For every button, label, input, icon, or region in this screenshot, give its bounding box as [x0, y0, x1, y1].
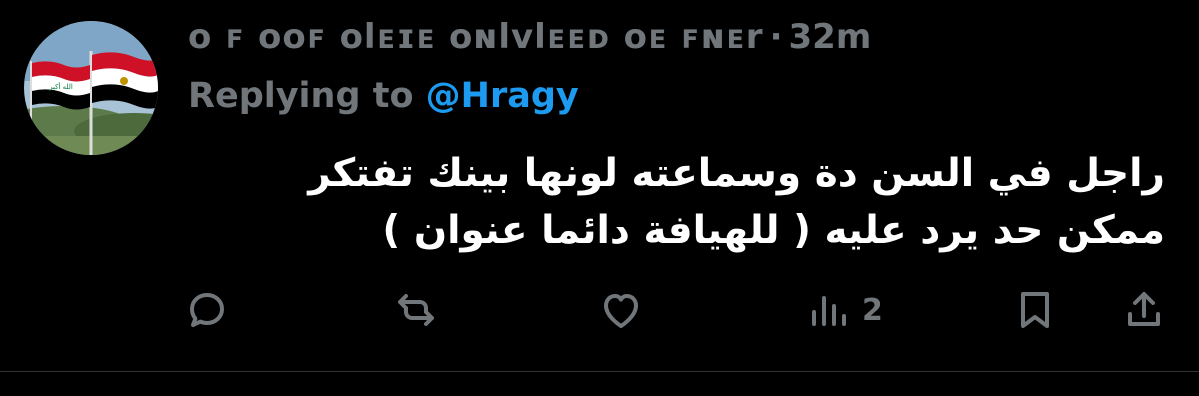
header-separator: ·: [769, 17, 783, 57]
retweet-icon: [398, 294, 434, 326]
reply-icon: [190, 293, 224, 327]
tweet-header: ᴏ ꜰ ᴏᴏꜰ ᴏlᴇɪᴇ ᴏɴlᴠlᴇᴇᴅ ᴏᴇ ꜰɴᴇr · 32m: [188, 12, 871, 62]
share-icon: [1128, 292, 1160, 326]
tweet-timestamp[interactable]: 32m: [789, 17, 872, 57]
tweet-text: راجل في السن دة وسماعته لونها بينك تفتكر…: [265, 145, 1165, 259]
tweet-line: ممكن حد يرد عليه ( للهيافة دائما عنوان ): [382, 208, 1165, 253]
tweet-line: راجل في السن دة وسماعته لونها بينك تفتكر: [308, 151, 1165, 196]
action-bar: 2: [0, 280, 1199, 340]
avatar[interactable]: الله أكبر: [24, 21, 158, 155]
svg-text:الله أكبر: الله أكبر: [48, 82, 73, 91]
replying-prefix: Replying to: [188, 76, 414, 116]
views-button[interactable]: 2: [804, 280, 883, 340]
replying-to: Replying to @Hragy: [188, 76, 579, 116]
author-display-name[interactable]: ᴏ ꜰ ᴏᴏꜰ ᴏlᴇɪᴇ ᴏɴlᴠlᴇᴇᴅ ᴏᴇ ꜰɴᴇr: [188, 17, 764, 57]
share-button[interactable]: [1120, 280, 1168, 340]
iraq-egypt-flags-avatar: الله أكبر: [24, 21, 158, 155]
like-button[interactable]: [597, 280, 645, 340]
retweet-button[interactable]: [392, 280, 440, 340]
views-count: 2: [862, 292, 883, 328]
bookmark-button[interactable]: [1011, 280, 1059, 340]
reply-button[interactable]: [183, 280, 231, 340]
views-icon: [812, 296, 846, 326]
heart-icon: [604, 294, 638, 328]
reply-handle-link[interactable]: @Hragy: [426, 76, 579, 116]
bookmark-icon: [1021, 292, 1049, 328]
divider: [0, 371, 1199, 372]
